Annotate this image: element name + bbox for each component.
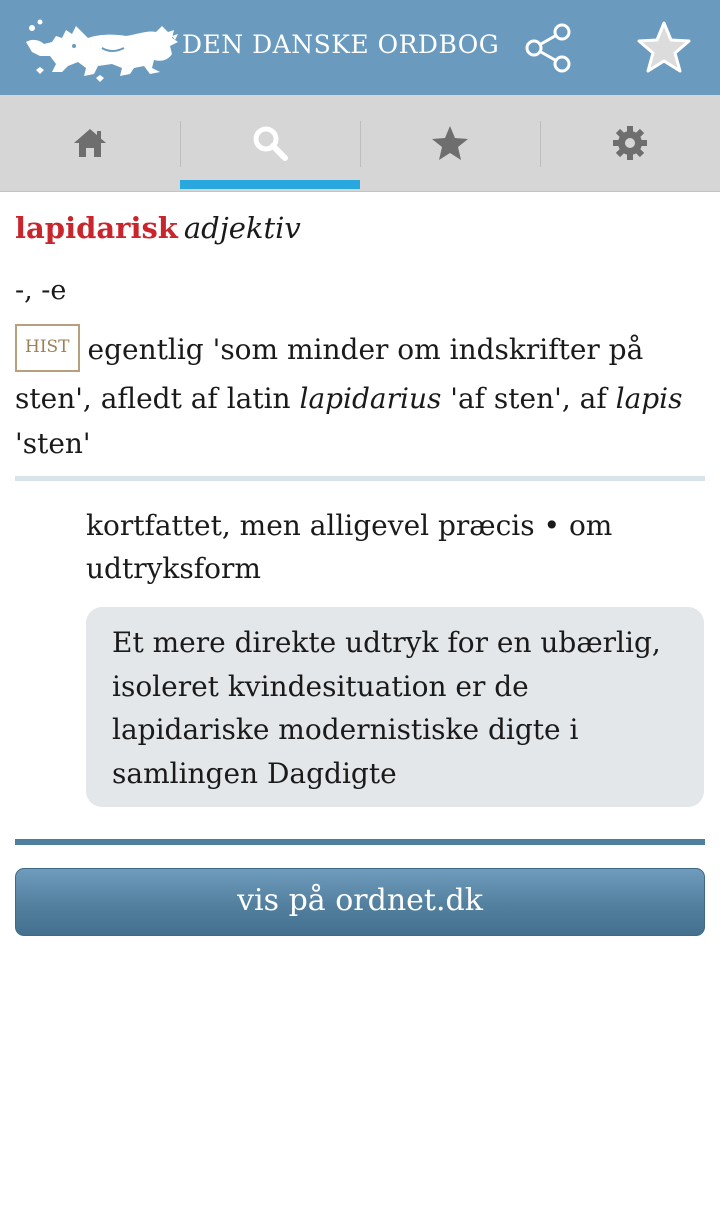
inflection: -, -e (15, 275, 67, 306)
tab-search[interactable] (180, 95, 360, 191)
etymology-term: lapis (615, 381, 683, 415)
star-icon (432, 126, 468, 160)
example-box: Et mere direkte udtryk for en ubærlig, i… (86, 607, 704, 807)
divider (15, 839, 705, 845)
share-icon (525, 23, 571, 73)
gear-icon (613, 126, 647, 160)
etymology-text: 'af sten', af (441, 381, 616, 415)
definition: kortfattet, men alligevel præcis • om ud… (86, 509, 613, 585)
etymology-term: lapidarius (299, 381, 442, 415)
headword-line: lapidarisk adjektiv (15, 210, 301, 246)
etymology: HIST egentlig 'som minder om indskrifter … (15, 323, 705, 466)
tab-settings[interactable] (540, 95, 720, 191)
favorite-button[interactable] (634, 18, 694, 78)
tab-home[interactable] (0, 95, 180, 191)
example-text: Et mere direkte udtryk for en ubærlig, i… (112, 626, 661, 790)
lion-crest-icon (26, 19, 178, 82)
headword: lapidarisk (15, 211, 178, 245)
divider (15, 476, 705, 481)
star-outline-icon (637, 21, 691, 73)
tab-favorites[interactable] (360, 95, 540, 191)
etymology-text: 'sten' (15, 426, 91, 460)
part-of-speech: adjektiv (183, 211, 301, 245)
app-title: DEN DANSKE ORDBOG (182, 30, 500, 59)
home-icon (74, 129, 106, 157)
app-header: DEN DANSKE ORDBOG (0, 0, 720, 95)
tab-bar (0, 95, 720, 192)
search-icon (253, 126, 288, 161)
hist-badge: HIST (15, 323, 80, 372)
show-on-ordnet-button[interactable]: vis på ordnet.dk (15, 868, 705, 936)
share-button[interactable] (520, 20, 576, 76)
